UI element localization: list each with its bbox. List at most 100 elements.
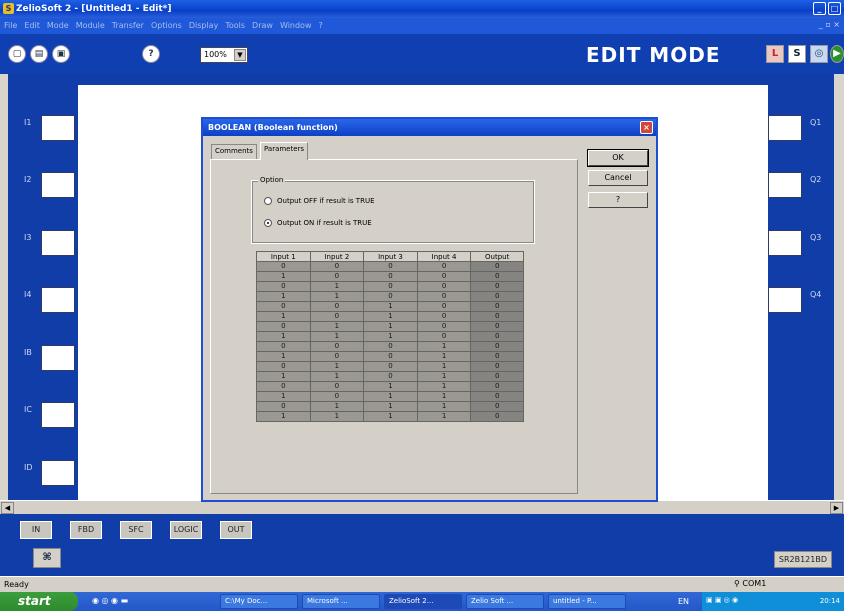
output-slot-q1[interactable] — [768, 115, 802, 141]
open-folder-icon[interactable]: ▤ — [30, 45, 48, 63]
output-cell[interactable]: 0 — [470, 381, 524, 392]
task-paint[interactable]: untitled - P... — [548, 594, 626, 609]
menu-edit[interactable]: Edit — [24, 21, 40, 34]
quick-launch-icons[interactable]: ◉ ◎ ◉ ▬ — [92, 596, 128, 605]
menu-file[interactable]: File — [4, 21, 17, 34]
category-logic-button[interactable]: LOGIC — [170, 521, 202, 539]
ladder-icon[interactable]: L — [766, 45, 784, 63]
category-fbd-button[interactable]: FBD — [70, 521, 102, 539]
output-cell[interactable]: 0 — [470, 351, 524, 362]
table-header: Input 2 — [309, 251, 365, 262]
start-button[interactable]: start — [0, 592, 78, 611]
task-word[interactable]: Microsoft ... — [302, 594, 380, 609]
category-in-button[interactable]: IN — [20, 521, 52, 539]
output-cell[interactable]: 0 — [470, 311, 524, 322]
menu-tools[interactable]: Tools — [225, 21, 245, 34]
input-slot-i3[interactable] — [41, 230, 75, 256]
table-row: 01110 — [256, 401, 524, 412]
menu-help[interactable]: ? — [319, 21, 323, 34]
table-header: Input 3 — [363, 251, 418, 262]
input-slot-i1[interactable] — [41, 115, 75, 141]
clock: 20:14 — [819, 597, 840, 605]
tray-icons[interactable]: ▣ ▣ ◎ ◉ — [706, 596, 738, 604]
monitor-icon[interactable]: ◎ — [810, 45, 828, 63]
menu-display[interactable]: Display — [189, 21, 219, 34]
input-cell: 1 — [416, 411, 472, 422]
task-zelio-help[interactable]: Zelio Soft ... — [466, 594, 544, 609]
horizontal-scrollbar[interactable]: ◀ ▶ — [0, 500, 844, 514]
input-cell: 1 — [256, 271, 311, 282]
output-slot-q4[interactable] — [768, 287, 802, 313]
save-icon[interactable]: ▣ — [52, 45, 70, 63]
tab-parameters[interactable]: Parameters — [260, 142, 309, 160]
input-label: I2 — [24, 175, 32, 184]
language-indicator[interactable]: EN — [678, 597, 689, 606]
input-cell: 0 — [256, 301, 311, 312]
option-group: Option Output OFF if result is TRUE Outp… — [251, 176, 535, 244]
run-icon[interactable]: ▶ — [830, 45, 844, 63]
category-bar: IN FBD SFC LOGIC OUT — [0, 514, 844, 544]
help-button[interactable]: ? — [588, 192, 648, 208]
output-cell[interactable]: 0 — [470, 331, 524, 342]
input-cell: 1 — [363, 381, 418, 392]
tab-comments[interactable]: Comments — [211, 144, 257, 160]
output-cell[interactable]: 0 — [470, 281, 524, 292]
input-slot-i2[interactable] — [41, 172, 75, 198]
menu-mode[interactable]: Mode — [47, 21, 69, 34]
chevron-down-icon[interactable]: ▼ — [234, 49, 246, 61]
cancel-button[interactable]: Cancel — [588, 170, 648, 186]
output-cell[interactable]: 0 — [470, 291, 524, 302]
menu-draw[interactable]: Draw — [252, 21, 273, 34]
output-cell[interactable]: 0 — [470, 341, 524, 352]
output-slot-q3[interactable] — [768, 230, 802, 256]
output-slot-q2[interactable] — [768, 172, 802, 198]
output-cell[interactable]: 0 — [470, 271, 524, 282]
simulation-icon[interactable]: S — [788, 45, 806, 63]
mdi-controls[interactable]: _ ▫ × — [819, 20, 840, 29]
new-file-icon[interactable]: ▢ — [8, 45, 26, 63]
input-cell: 1 — [416, 401, 472, 412]
radio-icon[interactable] — [264, 197, 272, 205]
output-cell[interactable]: 0 — [470, 411, 524, 422]
module-icon[interactable]: ⌘ — [33, 548, 61, 568]
menu-window[interactable]: Window — [280, 21, 312, 34]
menu-options[interactable]: Options — [151, 21, 182, 34]
output-cell[interactable]: 0 — [470, 361, 524, 372]
input-slot-i4[interactable] — [41, 287, 75, 313]
input-cell: 1 — [363, 301, 418, 312]
menu-module[interactable]: Module — [76, 21, 105, 34]
scroll-left-icon[interactable]: ◀ — [1, 502, 14, 514]
input-slot-id[interactable] — [41, 460, 75, 486]
task-zeliosoft[interactable]: ZelioSoft 2... — [384, 594, 462, 609]
help-icon[interactable]: ? — [142, 45, 160, 63]
output-label: Q3 — [810, 233, 822, 242]
input-cell: 0 — [363, 371, 418, 382]
ok-button[interactable]: OK — [587, 149, 649, 167]
input-cell: 1 — [309, 281, 365, 292]
input-cell: 0 — [309, 341, 365, 352]
output-cell[interactable]: 0 — [470, 401, 524, 412]
input-label: I4 — [24, 290, 32, 299]
maximize-button[interactable]: □ — [828, 2, 841, 15]
input-cell: 1 — [256, 411, 311, 422]
scroll-right-icon[interactable]: ▶ — [830, 502, 843, 514]
output-cell[interactable]: 0 — [470, 391, 524, 402]
output-cell[interactable]: 0 — [470, 261, 524, 272]
table-header: Output — [470, 251, 524, 262]
minimize-button[interactable]: _ — [813, 2, 826, 15]
menu-transfer[interactable]: Transfer — [112, 21, 144, 34]
radio-selected-icon[interactable] — [264, 219, 272, 227]
output-cell[interactable]: 0 — [470, 371, 524, 382]
output-cell[interactable]: 0 — [470, 301, 524, 312]
input-slot-ib[interactable] — [41, 345, 75, 371]
radio-output-off[interactable]: Output OFF if result is TRUE — [264, 197, 375, 205]
input-cell: 0 — [256, 261, 311, 272]
radio-output-on[interactable]: Output ON if result is TRUE — [264, 219, 372, 227]
close-icon[interactable]: × — [640, 121, 653, 134]
category-out-button[interactable]: OUT — [220, 521, 252, 539]
input-slot-ic[interactable] — [41, 402, 75, 428]
zoom-select[interactable]: 100% ▼ — [200, 47, 248, 63]
task-my-documents[interactable]: C:\My Doc... — [220, 594, 298, 609]
category-sfc-button[interactable]: SFC — [120, 521, 152, 539]
output-cell[interactable]: 0 — [470, 321, 524, 332]
